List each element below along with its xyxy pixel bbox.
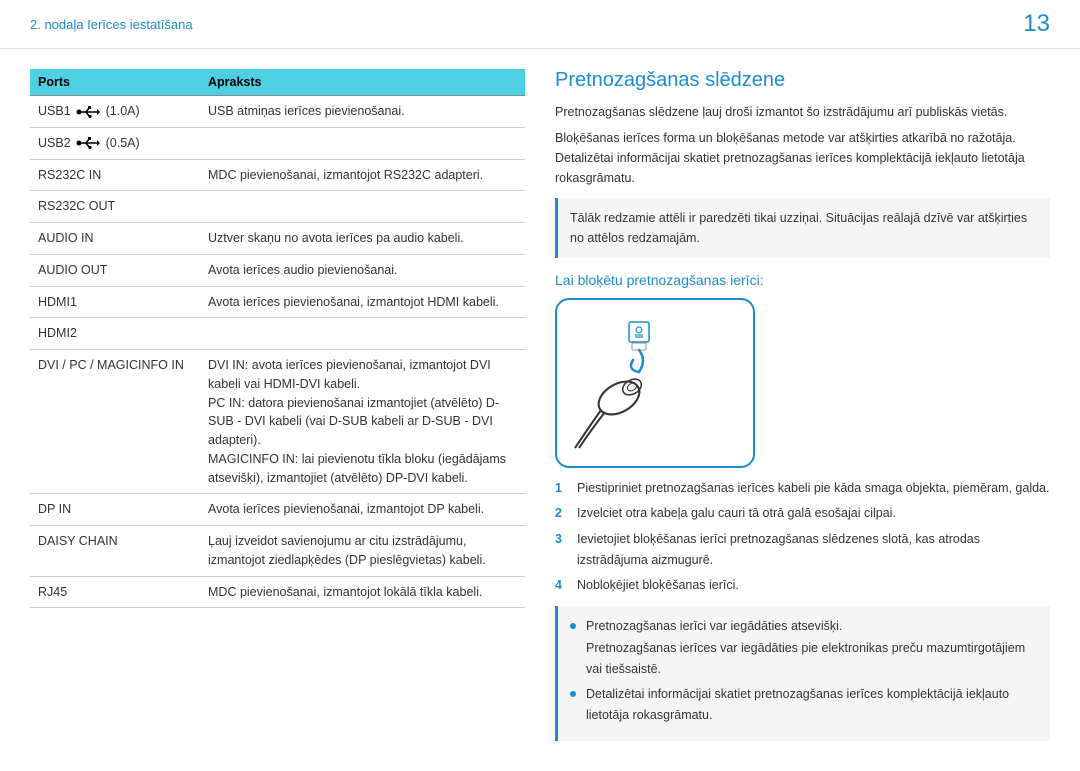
port-name: RS232C OUT — [38, 199, 115, 213]
desc-cell: MDC pievienošanai, izmantojot RS232C ada… — [200, 159, 525, 191]
info-note-1: Tālāk redzamie attēli ir paredzēti tikai… — [555, 198, 1050, 258]
desc-cell — [200, 191, 525, 223]
port-name: DVI / PC / MAGICINFO IN — [38, 358, 184, 372]
bullet-item: Detalizētai informācijai skatiet pretnoz… — [570, 684, 1038, 727]
port-cell: AUDIO OUT — [30, 254, 200, 286]
table-row: HDMI1 Avota ierīces pievienošanai, izmant… — [30, 286, 525, 318]
usb-icon — [76, 106, 100, 118]
table-row: DP IN Avota ierīces pievienošanai, izmant… — [30, 494, 525, 526]
desc-cell: Avota ierīces pievienošanai, izmantojot … — [200, 286, 525, 318]
step-item: Izvelciet otra kabeļa galu cauri tā otrā… — [555, 503, 1050, 524]
page-number: 13 — [1023, 10, 1050, 38]
port-cell: RS232C IN — [30, 159, 200, 191]
bullets-list: Pretnozagšanas ierīci var iegādāties ats… — [570, 616, 1038, 726]
table-row: DVI / PC / MAGICINFO IN DVI IN: avota ier… — [30, 350, 525, 494]
port-extra: (1.0A) — [106, 104, 140, 118]
port-name: AUDIO OUT — [38, 263, 107, 277]
section-title: Pretnozagšanas slēdzene — [555, 69, 1050, 92]
content-area: Ports Apraksts USB1 (1.0A)USB atmiņas ie… — [0, 49, 1080, 771]
step-item: Nobloķējiet bloķēšanas ierīci. — [555, 575, 1050, 596]
port-cell: RS232C OUT — [30, 191, 200, 223]
page-header: 2. nodaļa Ierīces iestatīšana 13 — [0, 0, 1080, 49]
lock-diagram — [555, 298, 755, 468]
step-item: Piestipriniet pretnozagšanas ierīces kab… — [555, 478, 1050, 499]
desc-cell — [200, 127, 525, 159]
port-name: HDMI1 — [38, 295, 77, 309]
port-name: RS232C IN — [38, 168, 101, 182]
desc-cell: DVI IN: avota ierīces pievienošanai, izm… — [200, 350, 525, 494]
table-row: RS232C OUT — [30, 191, 525, 223]
table-row: USB2 (0.5A) — [30, 127, 525, 159]
table-header-ports: Ports — [30, 69, 200, 96]
port-name: DP IN — [38, 502, 71, 516]
right-column: Pretnozagšanas slēdzene Pretnozagšanas s… — [555, 69, 1050, 751]
ports-table: Ports Apraksts USB1 (1.0A)USB atmiņas ie… — [30, 69, 525, 608]
desc-cell — [200, 318, 525, 350]
port-name: USB2 — [38, 136, 71, 150]
port-name: RJ45 — [38, 585, 67, 599]
port-cell: DVI / PC / MAGICINFO IN — [30, 350, 200, 494]
port-cell: DAISY CHAIN — [30, 526, 200, 577]
port-cell: RJ45 — [30, 576, 200, 608]
desc-cell: USB atmiņas ierīces pievienošanai. — [200, 96, 525, 128]
usb-icon — [76, 137, 100, 149]
port-name: HDMI2 — [38, 326, 77, 340]
desc-cell: Avota ierīces pievienošanai, izmantojot … — [200, 494, 525, 526]
lock-illustration-svg — [557, 300, 753, 466]
port-name: USB1 — [38, 104, 71, 118]
step-item: Ievietojiet bloķēšanas ierīci pretnozagš… — [555, 529, 1050, 572]
desc-cell: MDC pievienošanai, izmantojot lokālā tīk… — [200, 576, 525, 608]
chapter-label: 2. nodaļa Ierīces iestatīšana — [30, 17, 193, 32]
table-row: AUDIO OUT Avota ierīces audio pievienošan… — [30, 254, 525, 286]
table-row: RJ45 MDC pievienošanai, izmantojot lokālā… — [30, 576, 525, 608]
table-row: RS232C IN MDC pievienošanai, izmantojot R… — [30, 159, 525, 191]
steps-list: Piestipriniet pretnozagšanas ierīces kab… — [555, 478, 1050, 596]
info-note-2: Pretnozagšanas ierīci var iegādāties ats… — [555, 606, 1050, 740]
desc-cell: Avota ierīces audio pievienošanai. — [200, 254, 525, 286]
port-extra: (0.5A) — [106, 136, 140, 150]
port-cell: HDMI2 — [30, 318, 200, 350]
port-cell: AUDIO IN — [30, 223, 200, 255]
bullet-item: Pretnozagšanas ierīci var iegādāties ats… — [570, 616, 1038, 680]
desc-cell: Ļauj izveidot savienojumu ar citu izstrā… — [200, 526, 525, 577]
table-row: USB1 (1.0A)USB atmiņas ierīces pievienoš… — [30, 96, 525, 128]
port-cell: USB1 (1.0A) — [30, 96, 200, 128]
table-row: DAISY CHAIN Ļauj izveidot savienojumu ar … — [30, 526, 525, 577]
port-name: AUDIO IN — [38, 231, 94, 245]
port-cell: HDMI1 — [30, 286, 200, 318]
table-row: HDMI2 — [30, 318, 525, 350]
port-cell: USB2 (0.5A) — [30, 127, 200, 159]
left-column: Ports Apraksts USB1 (1.0A)USB atmiņas ie… — [30, 69, 525, 751]
intro-para-1: Pretnozagšanas slēdzene ļauj droši izman… — [555, 102, 1050, 122]
port-cell: DP IN — [30, 494, 200, 526]
table-header-desc: Apraksts — [200, 69, 525, 96]
table-row: AUDIO IN Uztver skaņu no avota ierīces pa… — [30, 223, 525, 255]
intro-para-2: Bloķēšanas ierīces forma un bloķēšanas m… — [555, 128, 1050, 188]
desc-cell: Uztver skaņu no avota ierīces pa audio k… — [200, 223, 525, 255]
subsection-title: Lai bloķētu pretnozagšanas ierīci: — [555, 272, 1050, 288]
port-name: DAISY CHAIN — [38, 534, 118, 548]
